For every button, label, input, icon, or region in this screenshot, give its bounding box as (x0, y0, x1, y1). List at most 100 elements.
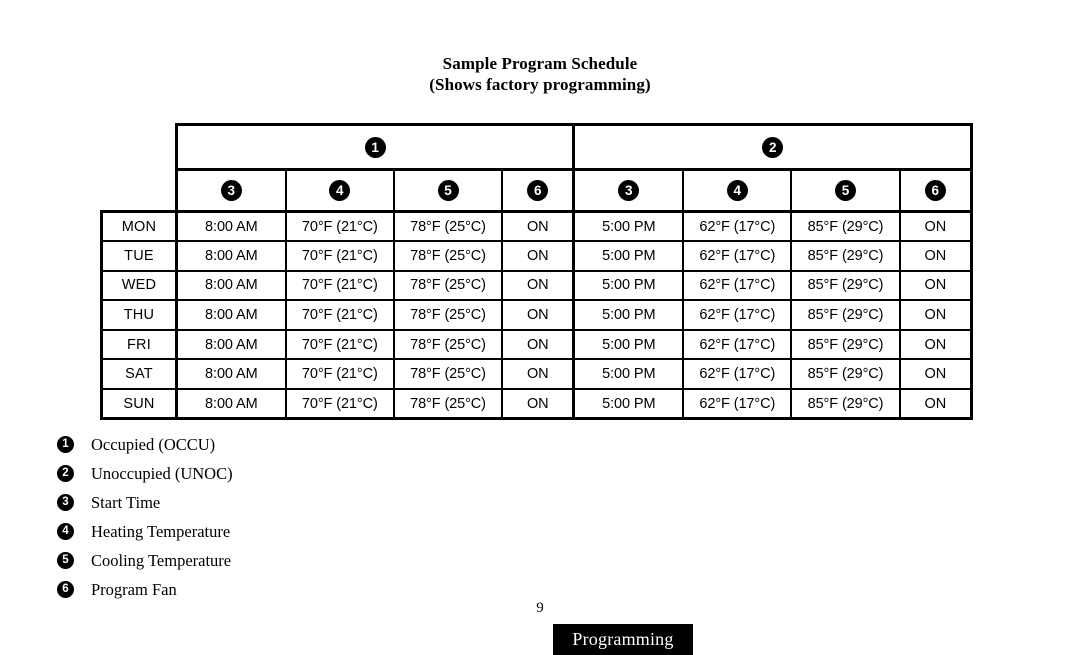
legend-item-heating-temperature: 4 Heating Temperature (57, 517, 477, 546)
cell-occ-fan: ON (502, 329, 576, 361)
sub-header-occ-start-time: 3 (174, 169, 287, 213)
cell-occ-fan: ON (502, 389, 576, 421)
day-label: MON (100, 210, 178, 243)
badge-2-icon: 2 (57, 465, 74, 482)
cell-occ-heat: 70°F (21°C) (285, 300, 395, 331)
group-header-unoccupied: 2 (573, 123, 973, 171)
badge-4-icon: 4 (726, 180, 748, 201)
cell-unocc-heat: 62°F (17°C) (683, 210, 793, 243)
corner-spacer-top (102, 125, 177, 170)
badge-2-icon: 2 (762, 136, 784, 158)
badge-2-icon-wrap: 2 (57, 465, 91, 482)
sub-header-unocc-cooling: 5 (791, 169, 901, 213)
cell-unocc-cool: 85°F (29°C) (791, 389, 901, 421)
badge-5-icon: 5 (437, 180, 459, 201)
cell-occ-heat: 70°F (21°C) (285, 359, 395, 391)
cell-occ-heat: 70°F (21°C) (285, 210, 395, 243)
legend-item-unoccupied: 2 Unoccupied (UNOC) (57, 459, 477, 488)
day-label: FRI (100, 329, 178, 361)
cell-occ-cool: 78°F (25°C) (393, 389, 504, 421)
cell-occ-start: 8:00 AM (176, 359, 287, 391)
cell-unocc-cool: 85°F (29°C) (791, 300, 901, 331)
table-row: THU 8:00 AM 70°F (21°C) 78°F (25°C) ON 5… (100, 300, 973, 331)
badge-4-icon-wrap: 4 (57, 523, 91, 540)
table-row: TUE 8:00 AM 70°F (21°C) 78°F (25°C) ON 5… (100, 241, 973, 272)
cell-unocc-start: 5:00 PM (573, 300, 685, 331)
legend-label-cooling-temperature: Cooling Temperature (91, 550, 232, 570)
schedule-table-grid: 1 2 3 4 5 6 3 4 5 6 MON 8:00 AM 70°F (21… (100, 123, 973, 421)
day-label: SUN (100, 389, 178, 421)
cell-occ-cool: 78°F (25°C) (393, 300, 504, 331)
cell-occ-cool: 78°F (25°C) (393, 329, 504, 361)
badge-3-icon: 3 (57, 494, 74, 511)
legend-label-occupied: Occupied (OCCU) (91, 434, 216, 454)
page-title: Sample Program Schedule (Shows factory p… (0, 53, 1080, 95)
cell-unocc-fan: ON (899, 210, 973, 243)
sub-header-unocc-heating: 4 (683, 169, 793, 213)
badge-4-icon: 4 (57, 523, 74, 540)
legend-item-occupied: 1 Occupied (OCCU) (57, 430, 477, 459)
sub-header-occ-cooling: 5 (393, 169, 504, 213)
legend-item-cooling-temperature: 5 Cooling Temperature (57, 546, 477, 575)
table-row: FRI 8:00 AM 70°F (21°C) 78°F (25°C) ON 5… (100, 329, 973, 361)
legend-label-program-fan: Program Fan (91, 579, 177, 599)
cell-occ-start: 8:00 AM (176, 241, 287, 272)
section-tab: Programming (553, 624, 693, 655)
badge-3-icon-wrap: 3 (57, 494, 91, 511)
legend-label-start-time: Start Time (91, 492, 161, 512)
table-row: SUN 8:00 AM 70°F (21°C) 78°F (25°C) ON 5… (100, 389, 973, 421)
badge-4-icon: 4 (329, 180, 351, 201)
cell-unocc-cool: 85°F (29°C) (791, 241, 901, 272)
cell-unocc-start: 5:00 PM (573, 359, 685, 391)
cell-occ-heat: 70°F (21°C) (285, 329, 395, 361)
sub-header-occ-fan: 6 (502, 169, 576, 213)
badge-6-icon: 6 (924, 180, 946, 201)
cell-unocc-heat: 62°F (17°C) (683, 300, 793, 331)
table-row: WED 8:00 AM 70°F (21°C) 78°F (25°C) ON 5… (100, 270, 973, 302)
table-row: MON 8:00 AM 70°F (21°C) 78°F (25°C) ON 5… (100, 210, 973, 243)
badge-6-icon-wrap: 6 (57, 581, 91, 598)
cell-occ-fan: ON (502, 300, 576, 331)
cell-occ-cool: 78°F (25°C) (393, 270, 504, 302)
cell-unocc-heat: 62°F (17°C) (683, 241, 793, 272)
legend-item-start-time: 3 Start Time (57, 488, 477, 517)
badge-5-icon: 5 (57, 552, 74, 569)
cell-occ-fan: ON (502, 241, 576, 272)
badge-1-icon: 1 (364, 136, 386, 158)
badge-3-icon: 3 (618, 180, 640, 201)
cell-unocc-fan: ON (899, 329, 973, 361)
corner-spacer-sub (102, 170, 177, 212)
cell-unocc-heat: 62°F (17°C) (683, 389, 793, 421)
cell-occ-cool: 78°F (25°C) (393, 359, 504, 391)
cell-unocc-heat: 62°F (17°C) (683, 359, 793, 391)
page-number: 9 (536, 600, 544, 616)
cell-occ-heat: 70°F (21°C) (285, 241, 395, 272)
badge-6-icon: 6 (57, 581, 74, 598)
badge-6-icon: 6 (527, 180, 549, 201)
cell-occ-cool: 78°F (25°C) (393, 210, 504, 243)
cell-occ-start: 8:00 AM (176, 300, 287, 331)
cell-unocc-cool: 85°F (29°C) (791, 210, 901, 243)
legend-label-unoccupied: Unoccupied (UNOC) (91, 463, 233, 483)
cell-occ-fan: ON (502, 270, 576, 302)
cell-occ-cool: 78°F (25°C) (393, 241, 504, 272)
legend-label-heating-temperature: Heating Temperature (91, 521, 231, 541)
cell-unocc-start: 5:00 PM (573, 389, 685, 421)
badge-1-icon: 1 (57, 436, 74, 453)
cell-unocc-start: 5:00 PM (573, 270, 685, 302)
badge-1-icon-wrap: 1 (57, 436, 91, 453)
cell-unocc-cool: 85°F (29°C) (791, 329, 901, 361)
cell-unocc-heat: 62°F (17°C) (683, 270, 793, 302)
cell-occ-heat: 70°F (21°C) (285, 389, 395, 421)
legend: 1 Occupied (OCCU) 2 Unoccupied (UNOC) 3 … (57, 430, 477, 604)
group-header-occupied: 1 (174, 123, 576, 171)
cell-unocc-fan: ON (899, 389, 973, 421)
sub-header-occ-heating: 4 (285, 169, 395, 213)
badge-3-icon: 3 (220, 180, 242, 201)
table-row: SAT 8:00 AM 70°F (21°C) 78°F (25°C) ON 5… (100, 359, 973, 391)
badge-5-icon: 5 (835, 180, 857, 201)
cell-unocc-cool: 85°F (29°C) (791, 359, 901, 391)
cell-unocc-fan: ON (899, 270, 973, 302)
cell-occ-fan: ON (502, 359, 576, 391)
day-label: WED (100, 270, 178, 302)
